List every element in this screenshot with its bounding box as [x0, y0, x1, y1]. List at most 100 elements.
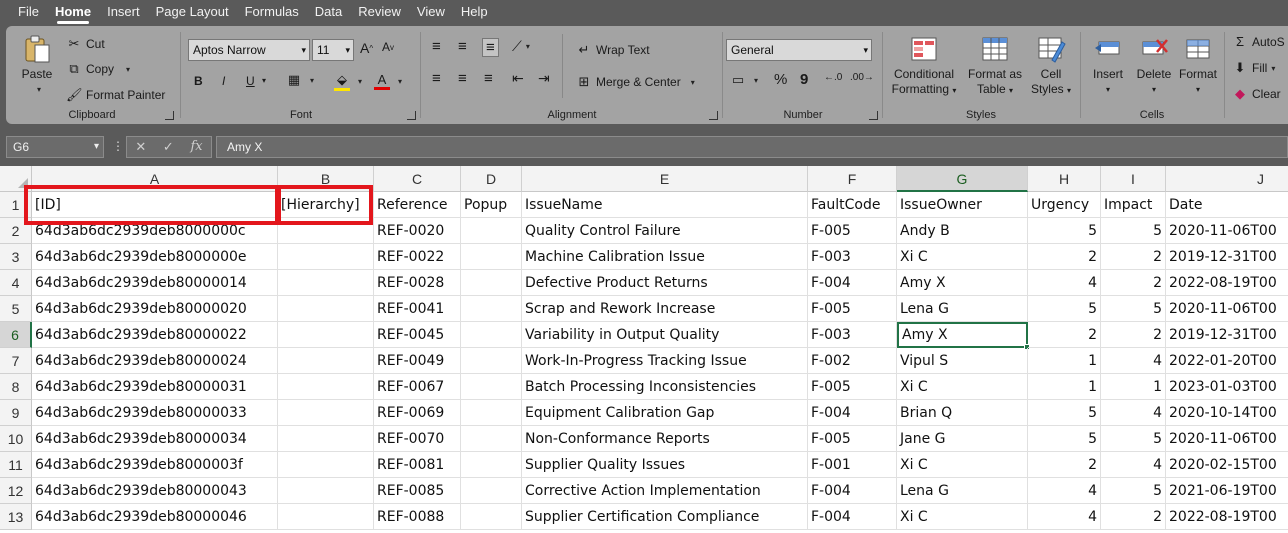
- orientation-icon[interactable]: ⟋ ▾: [512, 38, 530, 55]
- cell-e4[interactable]: Defective Product Returns: [522, 270, 808, 296]
- cell-e8[interactable]: Batch Processing Inconsistencies: [522, 374, 808, 400]
- font-size-select[interactable]: 11 ▾: [312, 39, 354, 61]
- cell-g5[interactable]: Lena G: [897, 296, 1028, 322]
- cell-i3[interactable]: 2: [1101, 244, 1166, 270]
- cell-e12[interactable]: Corrective Action Implementation: [522, 478, 808, 504]
- cell-h12[interactable]: 4: [1028, 478, 1101, 504]
- cell-j13[interactable]: 2022-08-19T00: [1166, 504, 1288, 530]
- name-box[interactable]: G6 ▾: [6, 136, 104, 158]
- cell-e3[interactable]: Machine Calibration Issue: [522, 244, 808, 270]
- column-header-i[interactable]: I: [1101, 166, 1166, 192]
- copy-button[interactable]: ⧉ Copy ▾: [66, 61, 130, 77]
- cell-b12[interactable]: [278, 478, 374, 504]
- cell-b5[interactable]: [278, 296, 374, 322]
- decrease-indent-icon[interactable]: ⇤: [512, 70, 524, 87]
- row-header-8[interactable]: 8: [0, 374, 32, 400]
- cell-f7[interactable]: F-002: [808, 348, 897, 374]
- cell-h6[interactable]: 2: [1028, 322, 1101, 348]
- cell-g8[interactable]: Xi C: [897, 374, 1028, 400]
- cell-c7[interactable]: REF-0049: [374, 348, 461, 374]
- align-top-icon[interactable]: ≡: [432, 38, 441, 55]
- cell-a6[interactable]: 64d3ab6dc2939deb80000022: [32, 322, 278, 348]
- cell-c1[interactable]: Reference: [374, 192, 461, 218]
- cell-f6[interactable]: F-003: [808, 322, 897, 348]
- clipboard-launcher-icon[interactable]: [165, 111, 174, 120]
- font-color-button[interactable]: A ▾: [374, 72, 402, 90]
- cell-h9[interactable]: 5: [1028, 400, 1101, 426]
- align-right-icon[interactable]: ≡: [484, 70, 493, 87]
- bold-button[interactable]: B: [194, 74, 203, 88]
- cell-c8[interactable]: REF-0067: [374, 374, 461, 400]
- cell-f12[interactable]: F-004: [808, 478, 897, 504]
- cancel-icon[interactable]: ✕: [135, 137, 146, 157]
- column-header-e[interactable]: E: [522, 166, 808, 192]
- cell-j8[interactable]: 2023-01-03T00: [1166, 374, 1288, 400]
- increase-decimal-icon[interactable]: ←.0: [824, 72, 842, 83]
- cell-j7[interactable]: 2022-01-20T00: [1166, 348, 1288, 374]
- increase-font-size-button[interactable]: A ^: [360, 40, 373, 56]
- cell-c5[interactable]: REF-0041: [374, 296, 461, 322]
- cell-g2[interactable]: Andy B: [897, 218, 1028, 244]
- accounting-format-button[interactable]: ▭ ▾: [730, 72, 758, 88]
- row-header-6[interactable]: 6: [0, 322, 32, 348]
- column-header-c[interactable]: C: [374, 166, 461, 192]
- cell-i2[interactable]: 5: [1101, 218, 1166, 244]
- menu-review[interactable]: Review: [350, 0, 409, 24]
- cell-g11[interactable]: Xi C: [897, 452, 1028, 478]
- cell-b2[interactable]: [278, 218, 374, 244]
- cell-i5[interactable]: 5: [1101, 296, 1166, 322]
- cell-styles-button[interactable]: Cell Styles ▾: [1028, 34, 1074, 98]
- cell-d1[interactable]: Popup: [461, 192, 522, 218]
- menu-file[interactable]: File: [0, 0, 47, 24]
- format-cells-button[interactable]: Format ▾: [1176, 34, 1220, 97]
- column-header-g[interactable]: G: [897, 166, 1028, 192]
- cell-c4[interactable]: REF-0028: [374, 270, 461, 296]
- cell-g3[interactable]: Xi C: [897, 244, 1028, 270]
- cell-h1[interactable]: Urgency: [1028, 192, 1101, 218]
- cell-a5[interactable]: 64d3ab6dc2939deb80000020: [32, 296, 278, 322]
- cell-d8[interactable]: [461, 374, 522, 400]
- cell-d7[interactable]: [461, 348, 522, 374]
- cell-e11[interactable]: Supplier Quality Issues: [522, 452, 808, 478]
- menu-page-layout[interactable]: Page Layout: [148, 0, 237, 24]
- underline-chevron-down-icon[interactable]: ▾: [262, 76, 266, 85]
- row-header-2[interactable]: 2: [0, 218, 32, 244]
- cell-g9[interactable]: Brian Q: [897, 400, 1028, 426]
- delete-cells-button[interactable]: Delete ▾: [1132, 34, 1176, 97]
- cell-b9[interactable]: [278, 400, 374, 426]
- cell-h3[interactable]: 2: [1028, 244, 1101, 270]
- cell-d3[interactable]: [461, 244, 522, 270]
- cell-h8[interactable]: 1: [1028, 374, 1101, 400]
- row-header-11[interactable]: 11: [0, 452, 32, 478]
- decrease-font-size-button[interactable]: Av: [382, 40, 394, 54]
- copy-chevron-down-icon[interactable]: ▾: [126, 65, 130, 74]
- cell-h11[interactable]: 2: [1028, 452, 1101, 478]
- clear-button[interactable]: ◆ Clear: [1232, 86, 1281, 102]
- cell-i7[interactable]: 4: [1101, 348, 1166, 374]
- cell-f5[interactable]: F-005: [808, 296, 897, 322]
- wrap-text-button[interactable]: ↵ Wrap Text: [576, 42, 650, 58]
- cell-e13[interactable]: Supplier Certification Compliance: [522, 504, 808, 530]
- cell-d4[interactable]: [461, 270, 522, 296]
- cell-c9[interactable]: REF-0069: [374, 400, 461, 426]
- cell-b3[interactable]: [278, 244, 374, 270]
- row-header-1[interactable]: 1: [0, 192, 32, 218]
- cell-c10[interactable]: REF-0070: [374, 426, 461, 452]
- cell-j9[interactable]: 2020-10-14T00: [1166, 400, 1288, 426]
- cell-a4[interactable]: 64d3ab6dc2939deb80000014: [32, 270, 278, 296]
- format-painter-button[interactable]: 🖌 Format Painter: [66, 87, 165, 103]
- conditional-formatting-button[interactable]: Conditional Formatting ▾: [888, 34, 960, 98]
- cell-e6[interactable]: Variability in Output Quality: [522, 322, 808, 348]
- cell-e7[interactable]: Work-In-Progress Tracking Issue: [522, 348, 808, 374]
- row-header-3[interactable]: 3: [0, 244, 32, 270]
- cell-g13[interactable]: Xi C: [897, 504, 1028, 530]
- cell-j2[interactable]: 2020-11-06T00: [1166, 218, 1288, 244]
- cell-c13[interactable]: REF-0088: [374, 504, 461, 530]
- cell-c12[interactable]: REF-0085: [374, 478, 461, 504]
- cell-j4[interactable]: 2022-08-19T00: [1166, 270, 1288, 296]
- cell-j1[interactable]: Date: [1166, 192, 1288, 218]
- cell-a1[interactable]: [ID]: [32, 192, 278, 218]
- cell-d9[interactable]: [461, 400, 522, 426]
- cell-a10[interactable]: 64d3ab6dc2939deb80000034: [32, 426, 278, 452]
- decrease-decimal-icon[interactable]: .00→: [850, 72, 874, 83]
